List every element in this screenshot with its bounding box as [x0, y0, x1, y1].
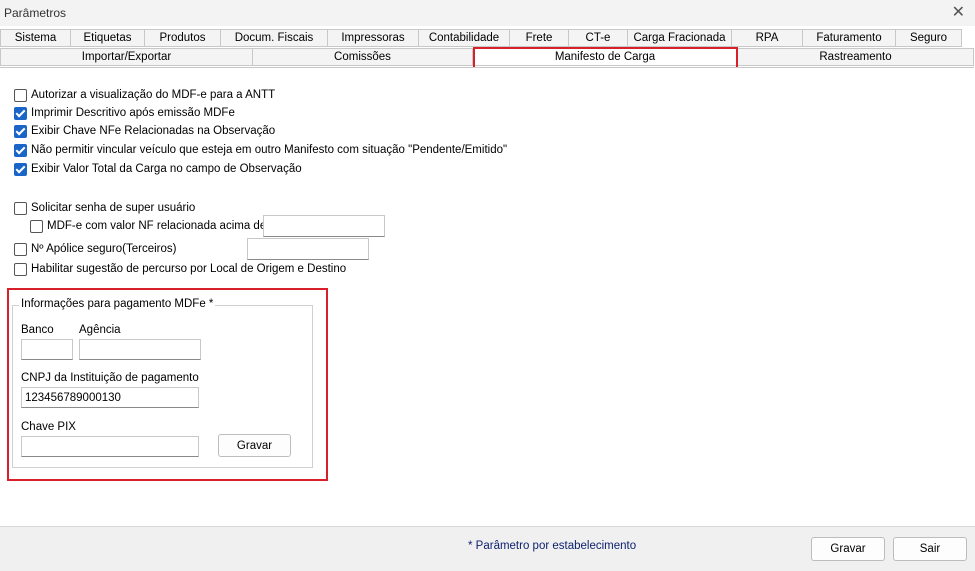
checkbox-checked[interactable] — [14, 143, 27, 157]
close-icon[interactable]: ✕ — [952, 2, 965, 22]
option-exibir-valor-total[interactable]: Exibir Valor Total da Carga no campo de … — [14, 161, 302, 177]
pix-label: Chave PIX — [21, 421, 76, 433]
option-label: Nº Apólice seguro(Terceiros) — [31, 243, 177, 255]
option-label: Exibir Chave NFe Relacionadas na Observa… — [31, 125, 276, 137]
payment-save-button[interactable]: Gravar — [218, 434, 291, 457]
checkbox-checked[interactable] — [14, 124, 27, 138]
pix-input[interactable] — [21, 436, 199, 457]
tab-etiquetas[interactable]: Etiquetas — [71, 29, 145, 47]
option-label: Exibir Valor Total da Carga no campo de … — [31, 163, 302, 175]
tab-frete[interactable]: Frete — [510, 29, 569, 47]
checkbox[interactable] — [14, 242, 27, 256]
option-autorizar-antt[interactable]: Autorizar a visualização do MDF-e para a… — [14, 87, 275, 103]
option-sugestao-percurso[interactable]: Habilitar sugestão de percurso por Local… — [14, 261, 346, 277]
checkbox[interactable] — [14, 88, 27, 102]
tab-seguro[interactable]: Seguro — [896, 29, 962, 47]
tab-faturamento[interactable]: Faturamento — [803, 29, 896, 47]
tab-row-1: Sistema Etiquetas Produtos Docum. Fiscai… — [0, 29, 962, 47]
banco-label: Banco — [21, 324, 54, 336]
option-super-usuario[interactable]: Solicitar senha de super usuário — [14, 200, 195, 216]
agencia-input[interactable] — [79, 339, 201, 360]
agencia-label: Agência — [79, 324, 121, 336]
option-label: Não permitir vincular veículo que esteja… — [31, 144, 508, 156]
tab-cte[interactable]: CT-e — [569, 29, 628, 47]
checkbox[interactable] — [30, 219, 43, 233]
tab-produtos[interactable]: Produtos — [145, 29, 221, 47]
option-label: MDF-e com valor NF relacionada acima de — [47, 220, 267, 232]
tab-rastreamento[interactable]: Rastreamento — [738, 48, 974, 66]
payment-group-title: Informações para pagamento MDFe * — [19, 298, 216, 310]
banco-input[interactable] — [21, 339, 73, 360]
footer-note: * Parâmetro por estabelecimento — [468, 540, 637, 552]
option-label: Autorizar a visualização do MDF-e para a… — [31, 89, 276, 101]
window-title: Parâmetros — [4, 6, 67, 20]
option-exibir-chave-nfe[interactable]: Exibir Chave NFe Relacionadas na Observa… — [14, 123, 275, 139]
option-imprimir-descritivo[interactable]: Imprimir Descritivo após emissão MDFe — [14, 105, 235, 121]
tab-contabilidade[interactable]: Contabilidade — [419, 29, 510, 47]
option-label: Imprimir Descritivo após emissão MDFe — [31, 107, 235, 119]
tab-comissoes[interactable]: Comissões — [253, 48, 473, 66]
footer-bar: * Parâmetro por estabelecimento Gravar S… — [0, 526, 975, 571]
tab-carga-fracionada[interactable]: Carga Fracionada — [628, 29, 732, 47]
title-bar: Parâmetros ✕ — [0, 0, 975, 26]
option-apolice-seguro[interactable]: Nº Apólice seguro(Terceiros) — [14, 241, 176, 257]
option-mdfe-valor-nf[interactable]: MDF-e com valor NF relacionada acima de — [30, 218, 266, 234]
tab-importar-exportar[interactable]: Importar/Exportar — [0, 48, 253, 66]
checkbox[interactable] — [14, 262, 27, 276]
mdfe-valor-input[interactable] — [263, 215, 385, 237]
tab-sistema[interactable]: Sistema — [0, 29, 71, 47]
apolice-input[interactable] — [247, 238, 369, 260]
active-tab-highlight — [473, 47, 738, 69]
cnpj-input[interactable] — [21, 387, 199, 408]
cnpj-label: CNPJ da Instituição de pagamento — [21, 372, 199, 384]
tab-rpa[interactable]: RPA — [732, 29, 803, 47]
save-button[interactable]: Gravar — [811, 537, 885, 561]
exit-button[interactable]: Sair — [893, 537, 967, 561]
checkbox-checked[interactable] — [14, 162, 27, 176]
tab-impressoras[interactable]: Impressoras — [328, 29, 419, 47]
option-label: Solicitar senha de super usuário — [31, 202, 196, 214]
checkbox[interactable] — [14, 201, 27, 215]
option-nao-vincular-veiculo[interactable]: Não permitir vincular veículo que esteja… — [14, 142, 507, 158]
checkbox-checked[interactable] — [14, 106, 27, 120]
tab-docum-fiscais[interactable]: Docum. Fiscais — [221, 29, 328, 47]
option-label: Habilitar sugestão de percurso por Local… — [31, 263, 347, 275]
